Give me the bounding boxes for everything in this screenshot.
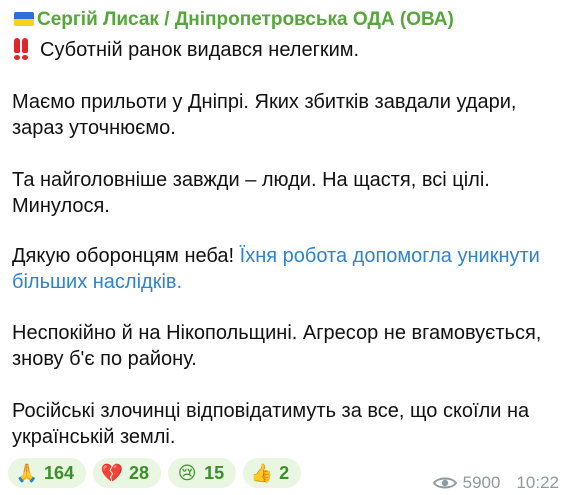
- message-line: Суботній ранок видався нелегким.: [40, 39, 360, 61]
- message-line: знову б'є по району.: [12, 348, 197, 370]
- reaction-folded-hands[interactable]: 🙏 164: [8, 458, 87, 488]
- sender-name[interactable]: Сергій Лисак / Дніпропетровська ОДА (ОВА…: [37, 6, 454, 34]
- reaction-count: 164: [44, 462, 75, 483]
- reaction-count: 2: [279, 462, 290, 483]
- folded-hands-icon: 🙏: [15, 463, 39, 483]
- message-line: Та найголовніше завжди – люди. На щастя,…: [12, 169, 490, 191]
- view-count: 5900: [462, 473, 501, 492]
- message-line: Маємо прильоти у Дніпрі. Яких збитків за…: [12, 91, 517, 113]
- crying-face-icon: 😢: [177, 463, 197, 483]
- reactions-bar: 🙏 164 💔 28 😢 15 👍 2: [8, 458, 302, 490]
- message-link[interactable]: більших наслідків.: [12, 269, 182, 295]
- reaction-broken-heart[interactable]: 💔 28: [93, 458, 162, 488]
- message-text: Дякую оборонцям неба!: [12, 245, 240, 267]
- reaction-count: 15: [204, 462, 225, 483]
- message-line: Неспокійно й на Нікопольщині. Агресор не…: [12, 322, 542, 344]
- message-link[interactable]: Їхня робота допомогла уникнути: [240, 245, 540, 267]
- message-time: 10:22: [516, 473, 559, 492]
- message-meta: 5900 10:22: [432, 472, 559, 494]
- message-line: Минулося.: [12, 195, 110, 217]
- reaction-crying-face[interactable]: 😢 15: [168, 458, 237, 488]
- reaction-thumbs-up[interactable]: 👍 2: [243, 458, 302, 488]
- message-bubble: Сергій Лисак / Дніпропетровська ОДА (ОВА…: [0, 0, 573, 495]
- eye-icon: [432, 477, 457, 489]
- message-line: Дякую оборонцям неба! Їхня робота допомо…: [12, 243, 540, 269]
- message-line: Російські злочинці відповідатимуть за вс…: [12, 400, 530, 422]
- message-line: українській землі.: [12, 426, 176, 448]
- ukraine-flag-icon: [14, 12, 34, 26]
- reaction-count: 28: [129, 462, 150, 483]
- double-exclamation-icon: [14, 38, 34, 60]
- thumbs-up-icon: 👍: [250, 463, 274, 483]
- message-line: зараз уточнюємо.: [12, 117, 176, 139]
- broken-heart-icon: 💔: [100, 463, 124, 483]
